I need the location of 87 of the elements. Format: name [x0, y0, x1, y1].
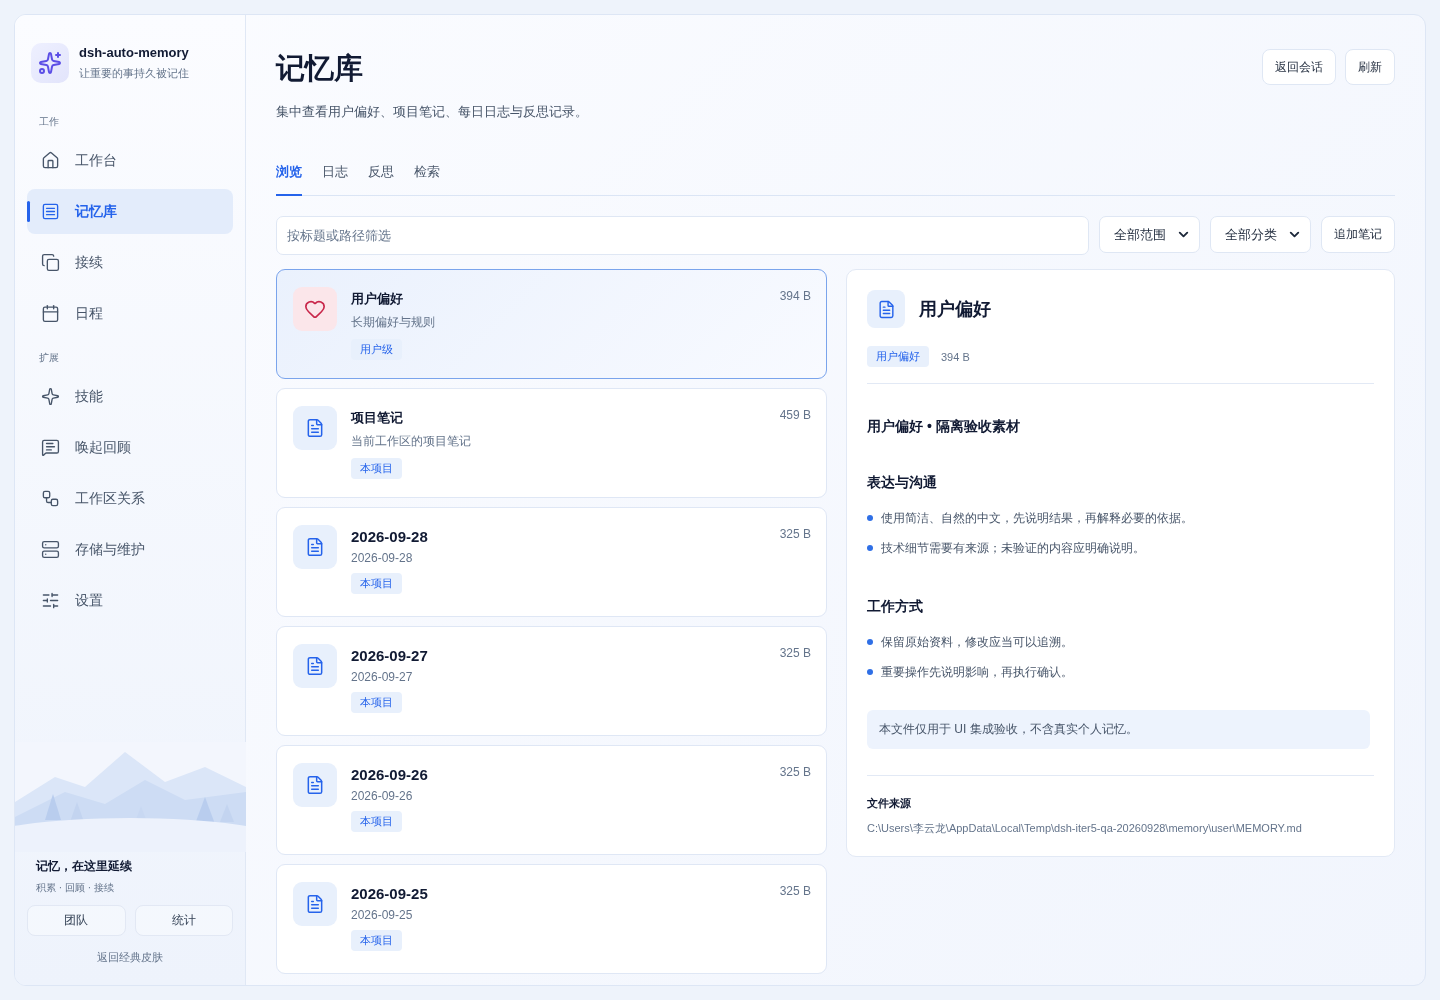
document-icon [293, 525, 337, 569]
scope-tag: 本项目 [351, 692, 402, 713]
source-label: 文件来源 [867, 796, 912, 811]
note-subtitle: 2026-09-25 [351, 908, 414, 922]
document-icon [293, 763, 337, 807]
server-icon [39, 538, 61, 561]
note-title: 2026-09-27 [351, 647, 429, 664]
note-subtitle: 当前工作区的项目笔记 [351, 433, 472, 450]
nav-item[interactable]: 工作台 [27, 138, 233, 183]
add-note-button[interactable]: 追加笔记 [1321, 216, 1395, 253]
tab[interactable]: 反思 [368, 159, 394, 196]
filter-select[interactable]: 全部分类 [1210, 216, 1311, 253]
note-size: 325 B [779, 526, 811, 543]
note-title: 2026-09-25 [351, 885, 429, 902]
detail-heading: 用户偏好 • 隔离验收素材 [867, 418, 1021, 436]
tab[interactable]: 日志 [322, 159, 348, 196]
scope-tag: 本项目 [351, 573, 402, 594]
footer-button[interactable]: 统计 [134, 905, 233, 936]
disclaimer-note: 本文件仅用于 UI 集成验收，不含真实个人记忆。 [867, 710, 1370, 749]
note-card[interactable]: 用户偏好 长期偏好与规则 用户级 394 B [276, 269, 827, 379]
note-size: 394 B [779, 288, 811, 305]
source-path: C:\Users\李云龙\AppData\Local\Temp\dsh-iter5-qa-20260928\memory\user\MEMORY.md [867, 821, 1303, 836]
document-icon [293, 882, 337, 926]
nav-item[interactable]: 设置 [27, 578, 233, 623]
classic-skin-link[interactable]: 返回经典皮肤 [97, 950, 163, 965]
sparkle-icon [39, 385, 61, 408]
note-card[interactable]: 2026-09-25 2026-09-25 本项目 325 B [276, 864, 827, 974]
scope-tag: 本项目 [351, 458, 402, 479]
page-subtitle: 集中查看用户偏好、项目笔记、每日日志与反思记录。 [276, 103, 588, 121]
page-title: 记忆库 [276, 51, 364, 86]
document-icon [293, 406, 337, 450]
note-subtitle: 2026-09-26 [351, 789, 414, 803]
note-title: 项目笔记 [351, 409, 404, 427]
document-icon [293, 644, 337, 688]
scope-tag: 本项目 [351, 811, 402, 832]
detail-title: 用户偏好 [919, 298, 991, 321]
nav-item[interactable]: 接续 [27, 240, 233, 285]
header-button[interactable]: 刷新 [1345, 49, 1395, 85]
nav-item[interactable]: 唤起回顾 [27, 425, 233, 470]
note-card[interactable]: 2026-09-27 2026-09-27 本项目 325 B [276, 626, 827, 736]
bullet-text: 使用简洁、自然的中文，先说明结果，再解释必要的依据。 [881, 509, 1193, 527]
nav-item[interactable]: 日程 [27, 291, 233, 336]
detail-size: 394 B [941, 350, 970, 363]
section-label: 工作 [38, 115, 60, 129]
tab[interactable]: 浏览 [276, 159, 302, 196]
bullet-icon [867, 545, 873, 551]
bullet-text: 技术细节需要有来源；未验证的内容应明确说明。 [881, 539, 1145, 557]
copy-icon [39, 251, 61, 274]
nav-item[interactable]: 工作区关系 [27, 476, 233, 521]
note-subtitle: 2026-09-27 [351, 670, 414, 684]
scope-tag: 本项目 [351, 930, 402, 951]
bullet-icon [867, 639, 873, 645]
note-size: 325 B [779, 645, 811, 662]
note-card[interactable]: 2026-09-26 2026-09-26 本项目 325 B [276, 745, 827, 855]
logo-icon [31, 43, 69, 83]
brand-name: dsh-auto-memory [79, 45, 189, 60]
note-size: 325 B [779, 883, 811, 900]
tab[interactable]: 检索 [414, 159, 440, 196]
note-size: 459 B [779, 407, 811, 424]
bullet-icon [867, 515, 873, 521]
nav-item[interactable]: 存储与维护 [27, 527, 233, 572]
brand-tagline: 让重要的事持久被记住 [79, 66, 189, 81]
note-title: 2026-09-28 [351, 528, 429, 545]
footer-subtitle: 积累 · 回顾 · 接续 [35, 881, 115, 895]
footer-button[interactable]: 团队 [27, 905, 126, 936]
note-subtitle: 2026-09-28 [351, 551, 414, 565]
document-icon [867, 290, 905, 328]
note-subtitle: 长期偏好与规则 [351, 314, 436, 331]
note-card[interactable]: 2026-09-28 2026-09-28 本项目 325 B [276, 507, 827, 617]
header-button[interactable]: 返回会话 [1262, 49, 1336, 85]
nav-item[interactable]: 记忆库 [27, 189, 233, 234]
bullet-text: 保留原始资料，修改应当可以追溯。 [881, 633, 1073, 651]
section-title: 表达与沟通 [867, 474, 938, 492]
scope-tag: 用户级 [351, 339, 402, 360]
note-size: 325 B [779, 764, 811, 781]
category-tag: 用户偏好 [867, 346, 929, 367]
note-card[interactable]: 项目笔记 当前工作区的项目笔记 本项目 459 B [276, 388, 827, 498]
filter-field[interactable]: 按标题或路径筛选 [276, 216, 1089, 255]
footer-title: 记忆，在这里延续 [34, 858, 133, 875]
nav-item[interactable]: 技能 [27, 374, 233, 419]
bullet-text: 重要操作先说明影响，再执行确认。 [881, 663, 1073, 681]
section-label: 扩展 [38, 351, 60, 365]
bullet-icon [867, 669, 873, 675]
filter-select[interactable]: 全部范围 [1099, 216, 1200, 253]
note-title: 2026-09-26 [351, 766, 429, 783]
section-title: 工作方式 [867, 598, 924, 616]
note-title: 用户偏好 [351, 290, 404, 308]
